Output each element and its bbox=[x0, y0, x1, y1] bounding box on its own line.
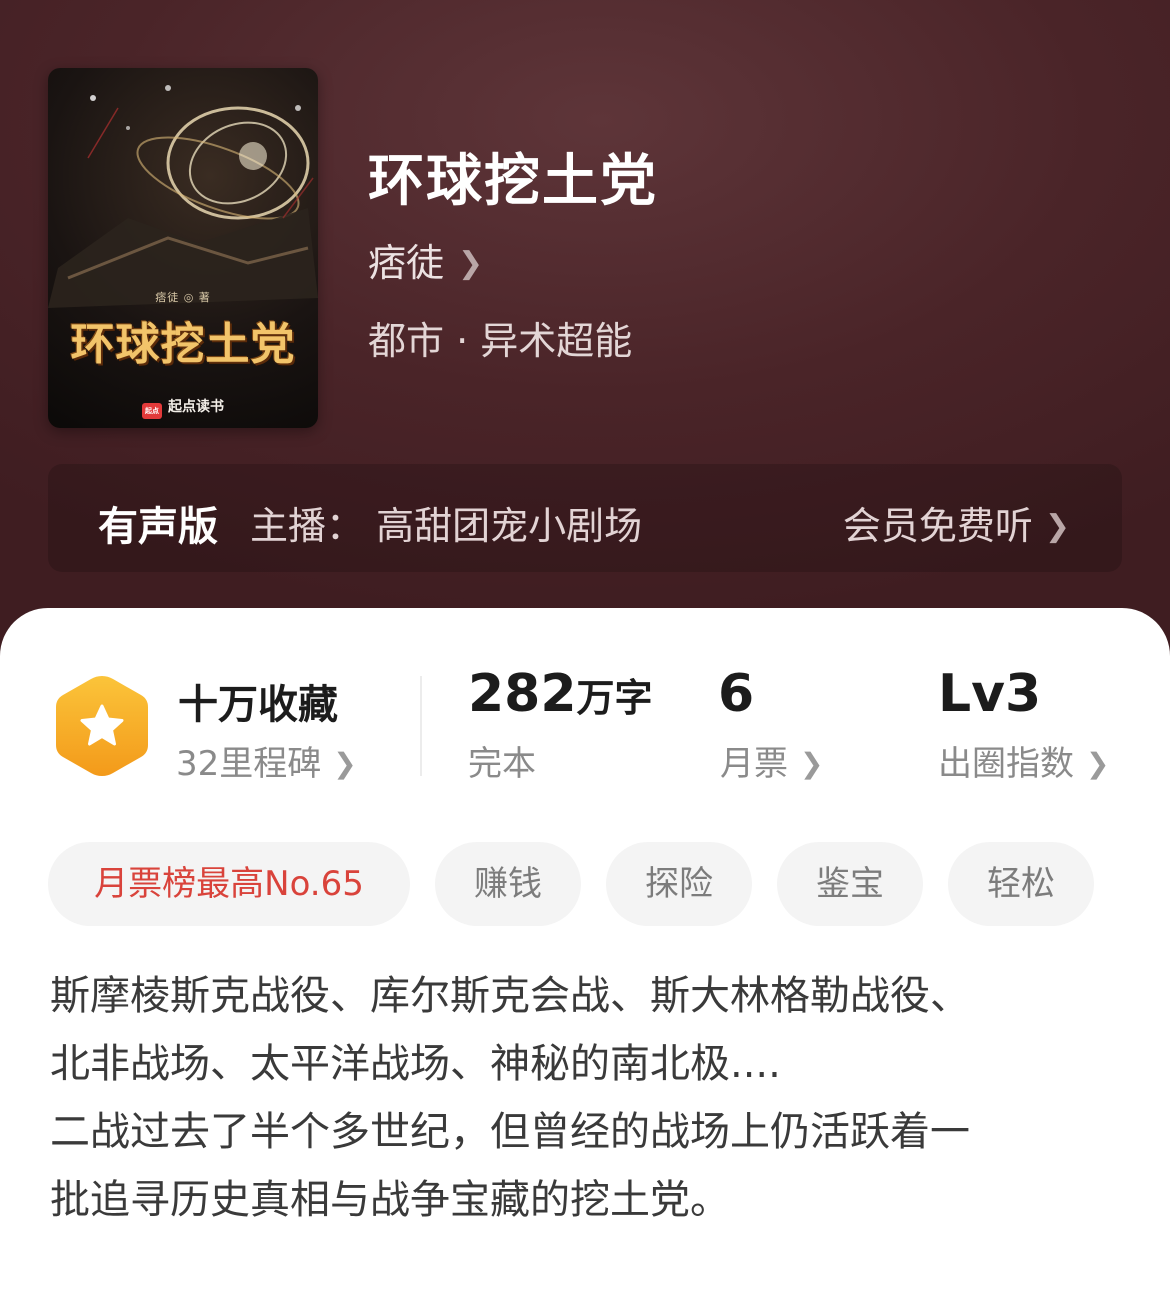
audio-label: 有声版 bbox=[98, 504, 218, 550]
chevron-right-icon: ❯ bbox=[333, 747, 357, 780]
book-header: 痞徒 ◎ 著 环球挖土党 起点 起点读书 环球挖土党 痞徒 ❯ 都市 · 异术超能 … bbox=[0, 0, 1170, 680]
cover-brand-label: 起点读书 bbox=[168, 399, 224, 415]
milestone-label: 32里程碑 bbox=[176, 744, 322, 784]
cover-title: 环球挖土党 bbox=[70, 319, 296, 370]
influence-level-number: Lv3 bbox=[938, 664, 1042, 724]
stat-divider bbox=[420, 676, 422, 776]
influence-index-label: 出圈指数 bbox=[938, 744, 1074, 784]
brand-logo-icon: 起点 bbox=[142, 403, 162, 419]
book-genre: 都市 · 异术超能 bbox=[368, 319, 633, 363]
tag-relaxed[interactable]: 轻松 bbox=[948, 842, 1094, 926]
author-link[interactable]: 痞徒 ❯ bbox=[368, 232, 483, 287]
synopsis-line: 北非战场、太平洋战场、神秘的南北极.... bbox=[50, 1041, 781, 1087]
influence-index-link[interactable]: 出圈指数 ❯ bbox=[938, 736, 1109, 785]
member-free-listen-label: 会员免费听 bbox=[842, 504, 1033, 548]
monthly-ticket-link[interactable]: 月票 ❯ bbox=[720, 736, 823, 785]
monthly-ticket-label: 月票 bbox=[720, 744, 788, 784]
cover-art bbox=[48, 85, 318, 308]
influence-level: Lv3 bbox=[938, 664, 1041, 724]
chevron-right-icon: ❯ bbox=[1044, 509, 1070, 544]
audio-host: 主播： 高甜团宠小剧场 bbox=[250, 504, 643, 548]
cover-author: 痞徒 ◎ 著 bbox=[155, 291, 211, 304]
member-free-listen-link[interactable]: 会员免费听 ❯ bbox=[843, 495, 1070, 550]
book-title: 环球挖土党 bbox=[368, 149, 658, 214]
author-name: 痞徒 bbox=[368, 241, 445, 285]
word-count: 282万字 bbox=[468, 664, 653, 724]
monthly-ticket-number: 6 bbox=[718, 664, 755, 724]
tag-appraisal[interactable]: 鉴宝 bbox=[777, 842, 923, 926]
tag-make-money[interactable]: 赚钱 bbox=[435, 842, 581, 926]
monthly-ticket-count: 6 bbox=[718, 664, 754, 724]
chevron-right-icon: ❯ bbox=[800, 747, 824, 780]
tag-adventure[interactable]: 探险 bbox=[606, 842, 752, 926]
star-badge-icon bbox=[56, 676, 148, 776]
synopsis-line: 二战过去了半个多世纪，但曾经的战场上仍活跃着一 bbox=[50, 1109, 970, 1155]
synopsis-line: 批追寻历史真相与战争宝藏的挖土党。 bbox=[50, 1177, 730, 1223]
synopsis-line: 斯摩棱斯克战役、库尔斯克会战、斯大林格勒战役、 bbox=[50, 973, 970, 1019]
word-count-unit: 万字 bbox=[576, 676, 653, 720]
milestone-link[interactable]: 32里程碑 ❯ bbox=[176, 736, 357, 785]
chevron-right-icon: ❯ bbox=[1086, 747, 1110, 780]
word-count-number: 282 bbox=[468, 664, 577, 724]
cover-brand: 起点 起点读书 bbox=[48, 396, 318, 419]
completion-status: 完本 bbox=[468, 744, 536, 784]
book-cover[interactable]: 痞徒 ◎ 著 环球挖土党 起点 起点读书 bbox=[48, 68, 318, 428]
tag-ticket-rank[interactable]: 月票榜最高No.65 bbox=[48, 842, 410, 926]
chevron-right-icon: ❯ bbox=[458, 246, 484, 281]
audio-version-bar[interactable]: 有声版 主播： 高甜团宠小剧场 会员免费听 ❯ bbox=[48, 464, 1122, 572]
book-synopsis[interactable]: 斯摩棱斯克战役、库尔斯克会战、斯大林格勒战役、 北非战场、太平洋战场、神秘的南北… bbox=[50, 962, 1125, 1234]
collect-count: 十万收藏 bbox=[178, 682, 338, 728]
